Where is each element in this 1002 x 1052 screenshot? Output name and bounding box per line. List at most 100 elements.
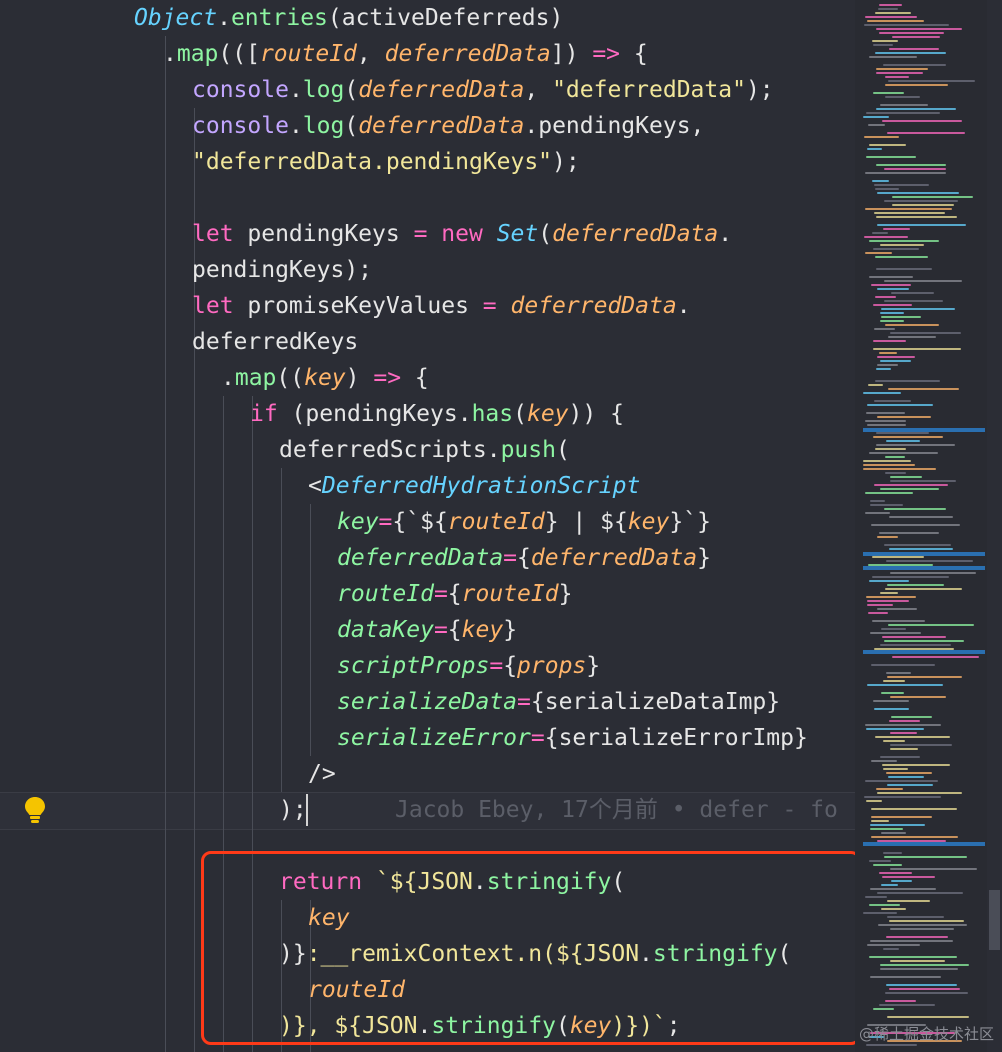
code-token: let <box>192 293 234 319</box>
code-token: { <box>503 653 518 679</box>
code-line: "deferredData.pendingKeys"); <box>192 144 580 180</box>
minimap-line <box>869 56 917 58</box>
code-token: "deferredData" <box>552 77 746 103</box>
code-token: Object <box>134 5 218 31</box>
minimap-line <box>878 924 967 926</box>
minimap-line <box>877 364 898 366</box>
minimap-line <box>872 556 924 558</box>
minimap-line <box>873 864 902 866</box>
minimap-line <box>886 440 920 442</box>
minimap-line <box>883 852 902 854</box>
minimap-line <box>884 544 951 546</box>
code-line: scriptProps={props} <box>337 648 600 684</box>
minimap-line <box>889 548 953 550</box>
minimap-line <box>874 708 909 710</box>
minimap-line <box>870 500 885 502</box>
scrollbar-thumb[interactable] <box>989 890 1000 950</box>
minimap-highlight <box>863 566 985 570</box>
minimap-line <box>873 348 961 350</box>
minimap-line <box>884 508 946 510</box>
minimap-line <box>867 684 943 686</box>
minimap-line <box>887 784 933 786</box>
minimap-line <box>873 248 919 250</box>
minimap-line <box>875 188 899 190</box>
minimap-line <box>865 512 890 514</box>
minimap-line <box>883 948 899 950</box>
code-line: console.log(deferredData.pendingKeys, <box>192 108 704 144</box>
minimap-line <box>881 908 906 910</box>
minimap-line <box>892 196 973 198</box>
code-token: = <box>482 293 497 319</box>
code-line: .map(([routeId, deferredData]) => { <box>163 36 648 72</box>
code-token: deferredData <box>552 221 719 247</box>
minimap-line <box>881 628 906 630</box>
minimap-line <box>869 144 906 146</box>
code-token: . <box>217 5 231 31</box>
minimap-line <box>884 640 964 642</box>
code-token: routeId <box>461 581 559 607</box>
code-token: = <box>503 545 518 571</box>
minimap-line <box>879 352 897 354</box>
code-line: serializeData={serializeDataImp} <box>337 684 780 720</box>
code-token: deferredData <box>384 41 551 67</box>
code-token: . <box>163 41 177 67</box>
code-token: deferredData <box>337 545 504 571</box>
minimap-line <box>866 112 940 114</box>
minimap-line <box>868 384 883 386</box>
code-token: entries <box>230 5 328 31</box>
code-line: console.log(deferredData, "deferredData"… <box>192 72 774 108</box>
code-token: log <box>302 113 345 139</box>
minimap-line <box>875 52 946 54</box>
minimap-line <box>877 792 962 794</box>
minimap-line <box>891 880 912 882</box>
indent-guide <box>281 468 282 792</box>
minimap-line <box>890 480 956 482</box>
minimap-line <box>871 808 957 810</box>
minimap-line <box>864 24 949 26</box>
code-token: new <box>441 221 483 247</box>
minimap-highlight <box>863 842 985 846</box>
code-editor[interactable]: Object.entries(activeDeferreds) .map(([ro… <box>0 0 855 1052</box>
minimap-line <box>876 72 923 74</box>
code-token: pendingKeys); <box>192 257 373 283</box>
minimap-line <box>865 780 938 782</box>
minimap-line <box>880 964 969 966</box>
minimap-line <box>877 224 966 226</box>
code-token: scriptProps <box>337 653 490 679</box>
minimap-line <box>864 236 908 238</box>
code-line: pendingKeys); <box>192 252 372 288</box>
code-line: serializeError={serializeErrorImp} <box>337 720 808 756</box>
minimap-line <box>876 108 956 110</box>
minimap-line <box>867 944 920 946</box>
minimap-line <box>880 360 911 362</box>
vertical-scrollbar[interactable] <box>987 0 1002 1052</box>
lightbulb-icon[interactable] <box>22 795 48 825</box>
minimap-line <box>881 884 898 886</box>
minimap-line <box>884 200 958 202</box>
code-token: map <box>234 365 277 391</box>
minimap-line <box>866 1044 917 1046</box>
minimap-line <box>872 40 898 42</box>
code-token: )) { <box>568 401 624 427</box>
minimap-line <box>891 292 934 294</box>
minimap-line <box>885 1000 916 1002</box>
code-token: routeId <box>337 581 434 607</box>
code-token: , <box>356 41 385 67</box>
minimap-line <box>886 936 948 938</box>
minimap-line <box>866 412 905 414</box>
minimap-line <box>883 64 946 66</box>
minimap[interactable] <box>855 0 987 1052</box>
indent-guide <box>165 36 166 1052</box>
minimap-line <box>884 280 962 282</box>
code-token: promiseKeyValues <box>233 293 483 319</box>
minimap-line <box>872 576 949 578</box>
code-token: = <box>517 689 531 715</box>
minimap-line <box>865 896 887 898</box>
minimap-line <box>871 760 897 762</box>
watermark: @稀土掘金技术社区 <box>858 1025 994 1043</box>
minimap-line <box>886 772 932 774</box>
minimap-line <box>880 488 939 490</box>
minimap-line <box>871 836 958 838</box>
minimap-line <box>864 796 941 798</box>
